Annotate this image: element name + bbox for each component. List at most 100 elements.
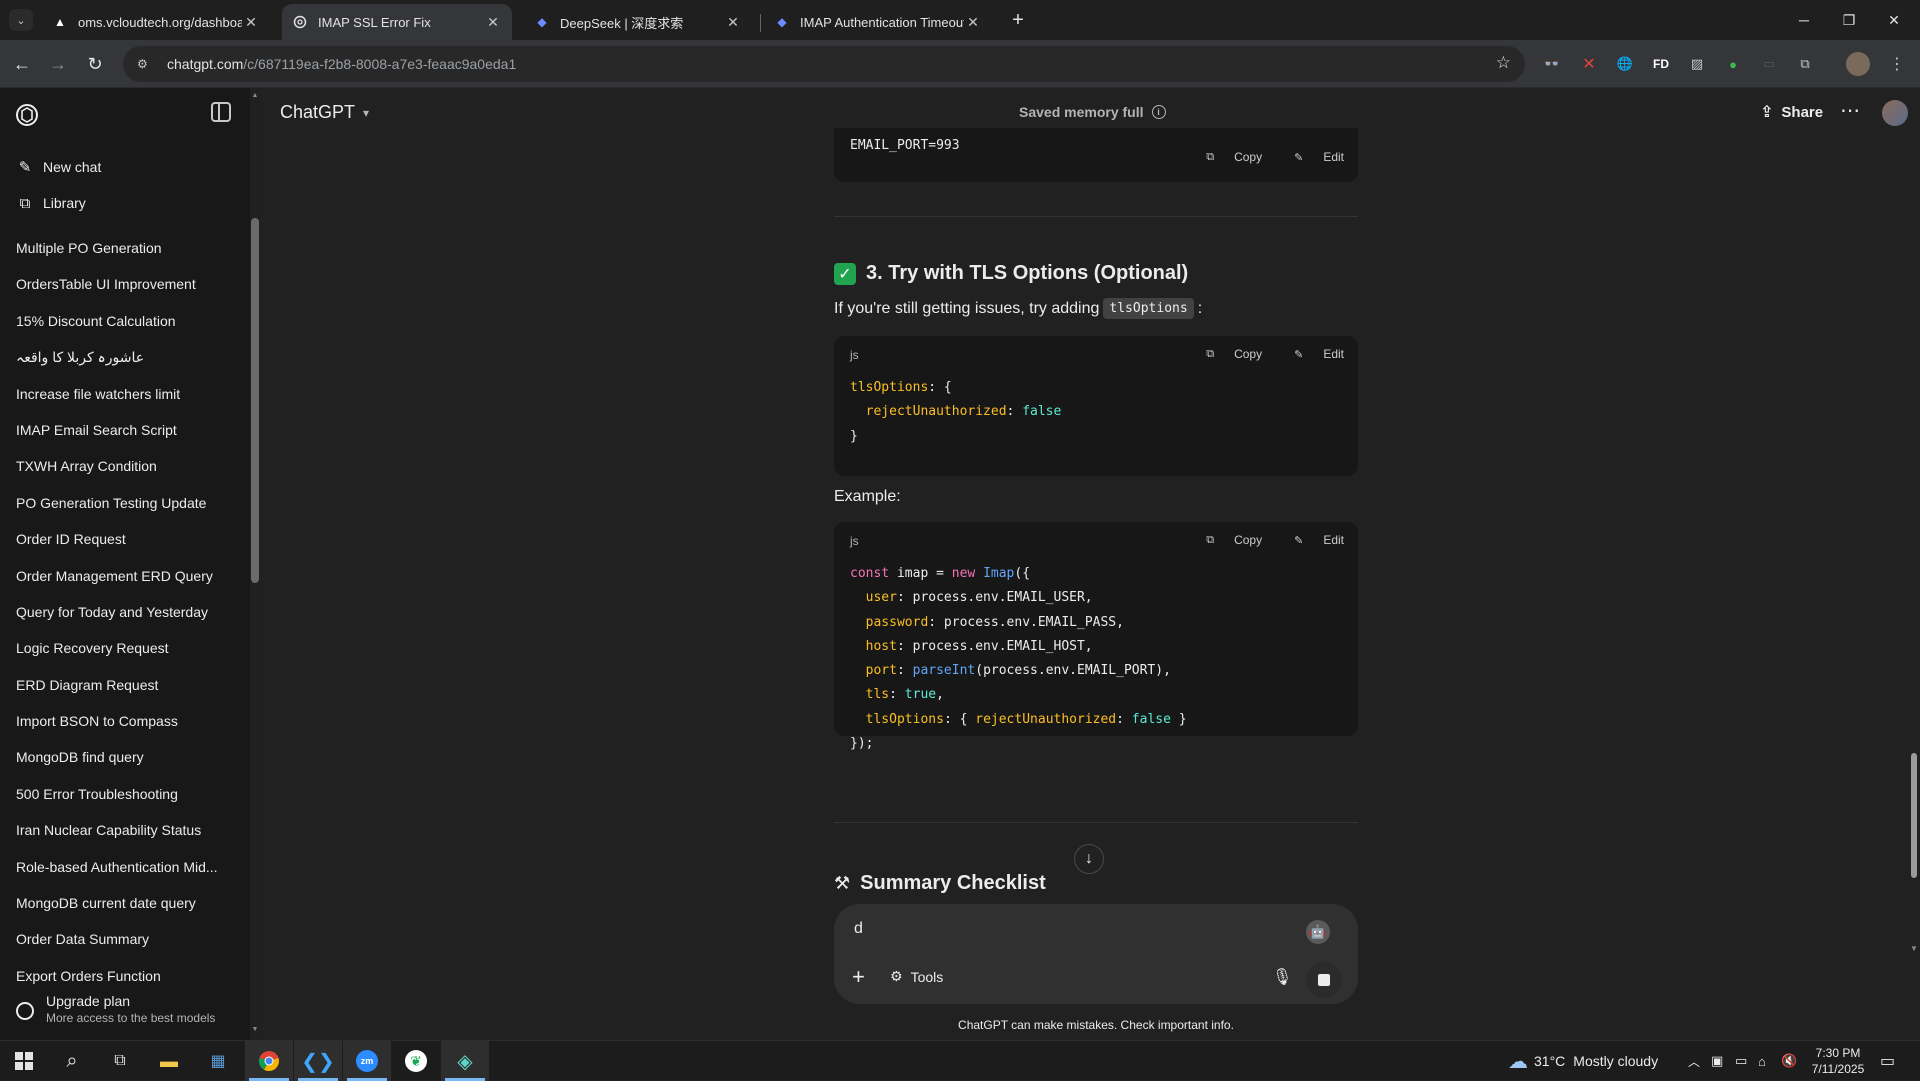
notifications-icon[interactable]: ▭	[1880, 1041, 1895, 1081]
windows-start-icon[interactable]	[0, 1041, 48, 1081]
mongodb-compass-icon[interactable]: ❦	[392, 1041, 440, 1081]
forward-button[interactable]: →	[44, 50, 72, 78]
history-item[interactable]: IMAP Email Search Script	[16, 412, 226, 448]
new-tab-button[interactable]: +	[1006, 8, 1030, 32]
history-item[interactable]: 15% Discount Calculation	[16, 303, 226, 339]
chrome-icon[interactable]	[245, 1041, 293, 1081]
edit-code-button[interactable]: ✎ Edit	[1278, 533, 1344, 547]
history-item[interactable]: ERD Diagram Request	[16, 667, 226, 703]
sidebar-scroll-thumb[interactable]	[251, 218, 259, 583]
zoom-icon[interactable]: zm	[343, 1041, 391, 1081]
model-selector[interactable]: ChatGPT ▾	[280, 102, 369, 123]
copy-code-button[interactable]: ⧉ Copy	[1190, 150, 1262, 164]
glasses-extension-icon[interactable]: 👓	[1540, 52, 1564, 76]
security-tray-icon[interactable]: ▣	[1711, 1041, 1723, 1081]
task-view-icon[interactable]: ⧉	[96, 1041, 144, 1081]
tab-search-button[interactable]: ⌄	[9, 9, 33, 31]
history-item[interactable]: OrdersTable UI Improvement	[16, 266, 226, 302]
history-item[interactable]: PO Generation Testing Update	[16, 485, 226, 521]
green-extension-icon[interactable]: ●	[1721, 52, 1745, 76]
copy-code-button[interactable]: ⧉ Copy	[1190, 533, 1262, 547]
copy-icon: ⧉	[1206, 150, 1215, 163]
restore-window-button[interactable]: ❐	[1829, 6, 1869, 34]
weather-widget[interactable]: ☁ 31°C Mostly cloudy	[1508, 1041, 1658, 1081]
sidebar-scrollbar[interactable]: ▲ ▼	[250, 88, 260, 1040]
fd-extension-icon[interactable]: FD	[1649, 52, 1673, 76]
address-bar[interactable]: ⚙ chatgpt.com/c/687119ea-f2b8-8008-a7e3-…	[123, 46, 1525, 82]
openai-logo-icon[interactable]	[14, 102, 40, 128]
history-item[interactable]: Order Management ERD Query	[16, 558, 226, 594]
history-item[interactable]: Import BSON to Compass	[16, 703, 226, 739]
share-button[interactable]: ⇪ Share	[1760, 102, 1823, 122]
screen-extension-icon[interactable]: ▭	[1757, 52, 1781, 76]
history-item[interactable]: TXWH Array Condition	[16, 448, 226, 484]
chat-scrollbar[interactable]: ▼	[1908, 88, 1920, 1040]
bookmark-star-icon[interactable]: ☆	[1496, 53, 1511, 73]
reload-button[interactable]: ↻	[81, 50, 109, 78]
extensions-puzzle-icon[interactable]: ⧉	[1793, 52, 1817, 76]
browser-tab-imap-auth[interactable]: ◆ IMAP Authentication Timeout E ✕	[764, 4, 992, 40]
history-item[interactable]: Query for Today and Yesterday	[16, 594, 226, 630]
history-item[interactable]: MongoDB find query	[16, 739, 226, 775]
close-tab-icon[interactable]: ✕	[724, 14, 742, 31]
tray-chevron-icon[interactable]: ︿	[1688, 1041, 1700, 1081]
history-item[interactable]: Multiple PO Generation	[16, 230, 226, 266]
copy-code-button[interactable]: ⧉ Copy	[1190, 347, 1262, 361]
close-tab-icon[interactable]: ✕	[964, 14, 982, 31]
browser-tab-oms[interactable]: ▲ oms.vcloudtech.org/dashboard ✕	[42, 4, 270, 40]
profile-avatar-icon[interactable]	[1846, 52, 1870, 76]
chat-history-list: Multiple PO Generation OrdersTable UI Im…	[16, 230, 226, 994]
more-options-icon[interactable]: ⋯	[1840, 98, 1860, 123]
history-item[interactable]: Increase file watchers limit	[16, 376, 226, 412]
close-window-button[interactable]: ✕	[1874, 6, 1914, 34]
site-info-icon[interactable]: ⚙	[137, 57, 157, 71]
new-chat-button[interactable]: ✎ New chat	[16, 156, 102, 178]
scroll-down-arrow-icon[interactable]: ▼	[251, 1026, 259, 1033]
microsoft-store-icon[interactable]: ▦	[194, 1041, 242, 1081]
sidebar-toggle-icon[interactable]	[211, 102, 231, 122]
globe-extension-icon[interactable]: 🌐	[1613, 52, 1637, 76]
history-item[interactable]: Logic Recovery Request	[16, 630, 226, 666]
file-explorer-icon[interactable]: ▬	[145, 1041, 193, 1081]
history-item[interactable]: Export Orders Function	[16, 958, 226, 994]
upgrade-plan-button[interactable]: Upgrade plan More access to the best mod…	[16, 993, 215, 1025]
scroll-down-arrow-icon[interactable]: ▼	[1910, 944, 1918, 953]
search-icon[interactable]: ⌕	[48, 1041, 96, 1081]
volume-muted-icon[interactable]: 🔇	[1781, 1041, 1797, 1081]
system-clock[interactable]: 7:30 PM 7/11/2025	[1810, 1045, 1866, 1077]
chat-scroll-thumb[interactable]	[1911, 753, 1917, 878]
vscode-icon[interactable]: ❮❯	[294, 1041, 342, 1081]
image-extension-icon[interactable]: ▨	[1685, 52, 1709, 76]
battery-icon[interactable]: ▭	[1735, 1041, 1747, 1081]
browser-menu-icon[interactable]: ⋮	[1885, 52, 1909, 76]
microphone-icon[interactable]: 🎙	[1272, 967, 1292, 987]
prompt-input[interactable]: d	[854, 920, 863, 938]
history-item[interactable]: Role-based Authentication Mid...	[16, 849, 226, 885]
history-item[interactable]: 500 Error Troubleshooting	[16, 776, 226, 812]
browser-tab-deepseek[interactable]: ◆ DeepSeek | 深度求索 ✕	[524, 4, 752, 40]
history-item[interactable]: Order Data Summary	[16, 921, 226, 957]
history-item[interactable]: Order ID Request	[16, 521, 226, 557]
library-button[interactable]: ⧉ Library	[16, 192, 86, 214]
history-item[interactable]: MongoDB current date query	[16, 885, 226, 921]
browser-tab-imap-ssl[interactable]: IMAP SSL Error Fix ✕	[282, 4, 512, 40]
attach-plus-icon[interactable]: +	[852, 964, 865, 990]
red-x-extension-icon[interactable]: ✕	[1577, 52, 1601, 76]
history-item[interactable]: Iran Nuclear Capability Status	[16, 812, 226, 848]
info-icon[interactable]: i	[1151, 105, 1166, 119]
tools-button[interactable]: ⚙ Tools	[890, 968, 943, 985]
close-tab-icon[interactable]: ✕	[242, 14, 260, 31]
scroll-to-bottom-button[interactable]: ↓	[1074, 844, 1104, 874]
edit-code-button[interactable]: ✎ Edit	[1278, 347, 1344, 361]
assistant-bot-icon[interactable]: 🤖	[1306, 920, 1330, 944]
edit-code-button[interactable]: ✎ Edit	[1278, 150, 1344, 164]
scroll-up-arrow-icon[interactable]: ▲	[251, 92, 259, 99]
app-diamond-icon[interactable]: ◈	[441, 1041, 489, 1081]
back-button[interactable]: ←	[8, 50, 36, 78]
minimize-window-button[interactable]: ─	[1784, 6, 1824, 34]
user-avatar[interactable]	[1882, 100, 1908, 126]
history-item[interactable]: عاشورہ کربلا کا واقعہ	[16, 339, 226, 375]
close-tab-icon[interactable]: ✕	[484, 14, 502, 31]
stop-generating-button[interactable]	[1306, 962, 1342, 998]
network-icon[interactable]: ⌂	[1758, 1041, 1766, 1081]
